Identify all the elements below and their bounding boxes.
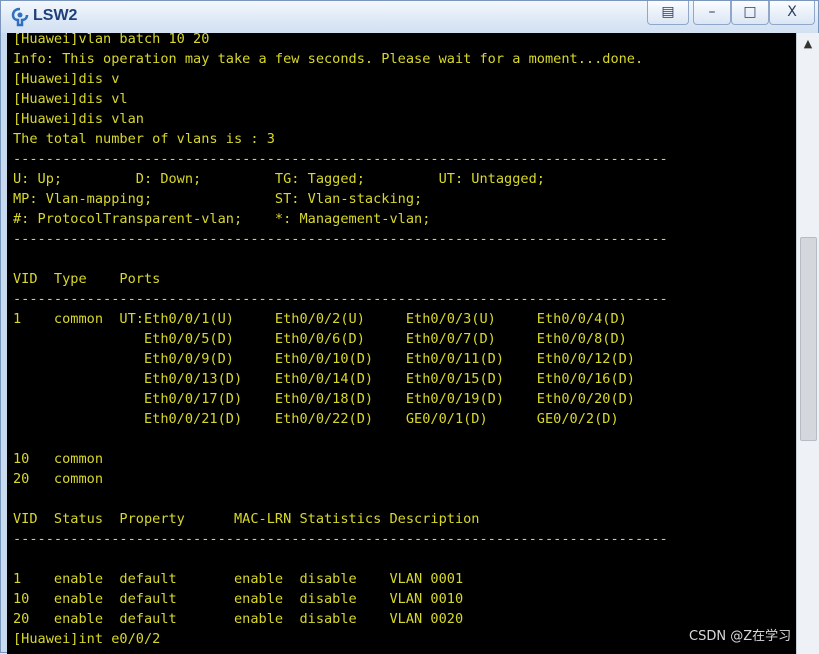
terminal-line: [Huawei]dis vlan	[13, 111, 144, 127]
window-extra-button[interactable]: ▤	[647, 1, 689, 25]
terminal-lines: [Huawei]vlan batch 10 20 Info: This opera…	[13, 33, 668, 649]
terminal-line: Eth0/0/17(D) Eth0/0/18(D) Eth0/0/19(D) E…	[13, 391, 635, 407]
terminal-line: 1 common UT:Eth0/0/1(U) Eth0/0/2(U) Eth0…	[13, 311, 627, 327]
terminal-line: ----------------------------------------…	[13, 531, 668, 547]
terminal-line: Eth0/0/9(D) Eth0/0/10(D) Eth0/0/11(D) Et…	[13, 351, 635, 367]
vertical-scrollbar[interactable]: ▲	[796, 33, 819, 654]
terminal-line: ----------------------------------------…	[13, 291, 668, 307]
terminal-line: VID Status Property MAC-LRN Statistics D…	[13, 511, 480, 527]
csdn-watermark: CSDN @Z在学习	[689, 629, 792, 644]
terminal-line: 1 enable default enable disable VLAN 000…	[13, 571, 464, 587]
terminal-line: [Huawei]int e0/0/2	[13, 631, 161, 647]
terminal-line: U: Up; D: Down; TG: Tagged; UT: Untagged…	[13, 171, 545, 187]
scroll-thumb[interactable]	[800, 237, 817, 441]
terminal-line: ----------------------------------------…	[13, 151, 668, 167]
terminal-line: [Huawei]dis v	[13, 71, 120, 87]
terminal-line: 20 common	[13, 471, 104, 487]
terminal-line: Eth0/0/5(D) Eth0/0/6(D) Eth0/0/7(D) Eth0…	[13, 331, 627, 347]
title-bar[interactable]: LSW2 ▤ – □ X	[1, 1, 818, 33]
terminal-line: 10 common	[13, 451, 104, 467]
terminal-line: Info: This operation may take a few seco…	[13, 51, 644, 67]
terminal-output[interactable]: [Huawei]vlan batch 10 20 Info: This opera…	[7, 33, 796, 654]
minimize-button[interactable]: –	[693, 1, 731, 25]
terminal-line: MP: Vlan-mapping; ST: Vlan-stacking;	[13, 191, 423, 207]
close-button[interactable]: X	[769, 1, 815, 25]
terminal-line: VID Type Ports	[13, 271, 161, 287]
window-title: LSW2	[33, 7, 78, 24]
terminal-line: The total number of vlans is : 3	[13, 131, 275, 147]
terminal-line: Eth0/0/21(D) Eth0/0/22(D) GE0/0/1(D) GE0…	[13, 411, 619, 427]
switch-app-icon	[11, 7, 29, 27]
terminal-line: #: ProtocolTransparent-vlan; *: Manageme…	[13, 211, 431, 227]
terminal-line: ----------------------------------------…	[13, 231, 668, 247]
scroll-up-arrow-icon[interactable]: ▲	[797, 33, 819, 55]
terminal-line: [Huawei]vlan batch 10 20	[13, 33, 210, 47]
terminal-line: 20 enable default enable disable VLAN 00…	[13, 611, 464, 627]
terminal-line: [Huawei]dis vl	[13, 91, 128, 107]
terminal-line: 10 enable default enable disable VLAN 00…	[13, 591, 464, 607]
console-window: LSW2 ▤ – □ X [Huawei]vlan batch 10 20 Inf…	[0, 0, 819, 654]
terminal-line: Eth0/0/13(D) Eth0/0/14(D) Eth0/0/15(D) E…	[13, 371, 635, 387]
maximize-button[interactable]: □	[731, 1, 769, 25]
